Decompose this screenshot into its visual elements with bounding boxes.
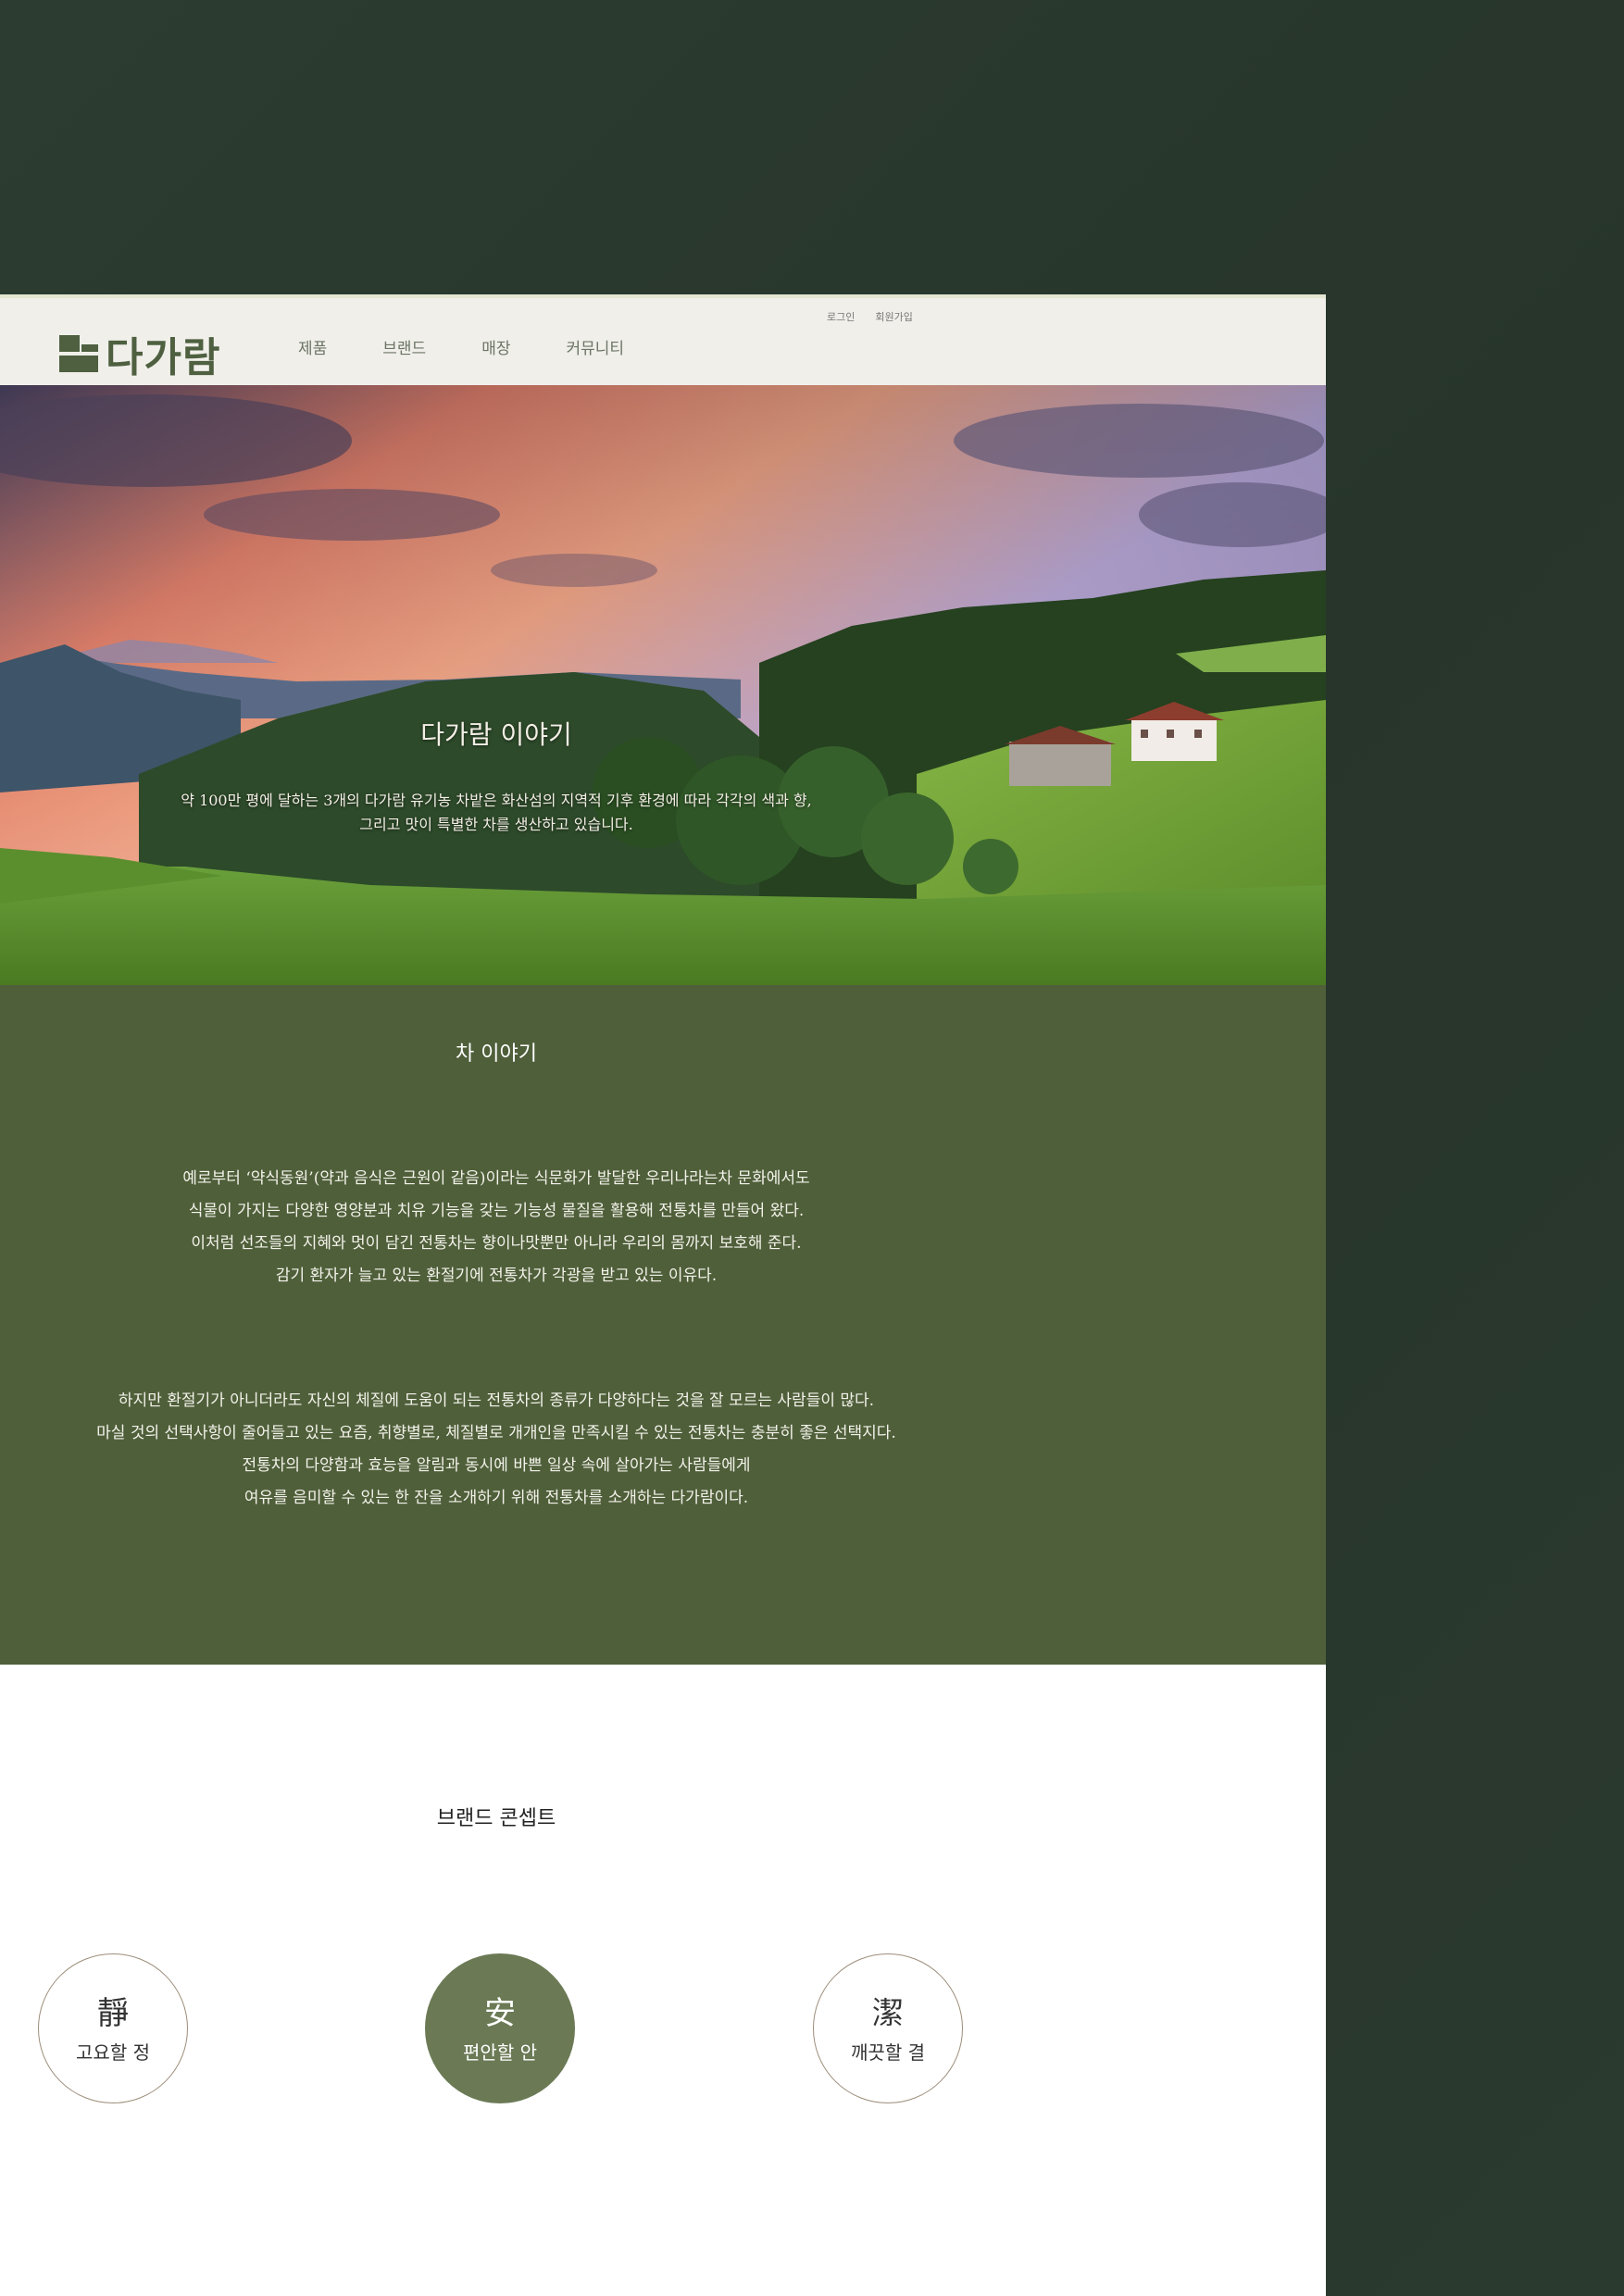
story-line: 식물이 가지는 다양한 영양분과 치유 기능을 갖는 기능성 물질을 활용해 전… [188, 1202, 805, 1220]
logo-text: 다가람 [106, 334, 221, 381]
story-line: 마실 것의 선택사항이 줄어들고 있는 요즘, 취향별로, 체질별로 개개인을 … [96, 1424, 896, 1442]
concept-hanja: 潔 [872, 1994, 904, 2032]
concept-circle-calm[interactable]: 靜 고요할 정 [38, 1953, 188, 2103]
main-nav: 제품 브랜드 매장 커뮤니티 [298, 335, 680, 358]
concept-label: 고요할 정 [76, 2040, 150, 2064]
story-line: 이처럼 선조들의 지혜와 멋이 담긴 전통차는 향이나맛뿐만 아니라 우리의 몸… [191, 1234, 802, 1253]
tea-story-section: 차 이야기 예로부터 ‘약식동원’(약과 음식은 근원이 같음)이라는 식문화가… [0, 985, 1326, 1665]
hero-desc-line: 약 100만 평에 달하는 3개의 다가람 유기농 차밭은 화산섬의 지역적 기… [181, 792, 812, 809]
hero-title: 다가람 이야기 [420, 719, 572, 750]
story-paragraph: 예로부터 ‘약식동원’(약과 음식은 근원이 같음)이라는 식문화가 발달한 우… [0, 1163, 993, 1292]
concept-hanja: 靜 [97, 1994, 129, 2032]
hero-banner: 다가람 이야기 약 100만 평에 달하는 3개의 다가람 유기농 차밭은 화산… [0, 385, 1326, 985]
nav-item-stores[interactable]: 매장 [481, 335, 510, 358]
concept-label: 깨끗할 결 [851, 2040, 925, 2064]
story-line: 하지만 환절기가 아니더라도 자신의 체질에 도움이 되는 전통차의 종류가 다… [118, 1391, 875, 1410]
nav-item-products[interactable]: 제품 [298, 335, 327, 358]
section-title: 브랜드 콘셉트 [436, 1807, 556, 1830]
concept-hanja: 安 [484, 1994, 516, 2032]
hero-description: 약 100만 평에 달하는 3개의 다가람 유기농 차밭은 화산섬의 지역적 기… [0, 789, 993, 837]
concept-circle-clean[interactable]: 潔 깨끗할 결 [813, 1953, 963, 2103]
signup-link[interactable]: 회원가입 [875, 309, 912, 324]
nav-item-brand[interactable]: 브랜드 [382, 335, 426, 358]
landscape-image [0, 385, 1326, 985]
section-title: 차 이야기 [456, 1042, 537, 1066]
concept-label: 편안할 안 [463, 2040, 537, 2064]
nav-item-community[interactable]: 커뮤니티 [566, 335, 624, 358]
story-line: 예로부터 ‘약식동원’(약과 음식은 근원이 같음)이라는 식문화가 발달한 우… [182, 1169, 810, 1188]
story-line: 여유를 음미할 수 있는 한 잔을 소개하기 위해 전통차를 소개하는 다가람이… [244, 1489, 749, 1507]
story-line: 전통차의 다양함과 효능을 알림과 동시에 바쁜 일상 속에 살아가는 사람들에… [242, 1456, 751, 1475]
logo[interactable]: 다가람 [59, 324, 220, 383]
story-paragraph: 하지만 환절기가 아니더라도 자신의 체질에 도움이 되는 전통차의 종류가 다… [0, 1385, 993, 1515]
login-link[interactable]: 로그인 [827, 309, 855, 324]
logo-mark-icon [59, 335, 98, 372]
utility-links: 로그인 회원가입 [827, 309, 913, 324]
story-line: 감기 환자가 늘고 있는 환절기에 전통차가 각광을 받고 있는 이유다. [275, 1267, 718, 1285]
concept-circle-comfort[interactable]: 安 편안할 안 [425, 1953, 575, 2103]
site-header: 다가람 제품 브랜드 매장 커뮤니티 로그인 회원가입 [0, 294, 1326, 385]
website-mockup: 다가람 제품 브랜드 매장 커뮤니티 로그인 회원가입 다가람 이야기 약 10… [0, 294, 1326, 2296]
hero-desc-line: 그리고 맛이 특별한 차를 생산하고 있습니다. [359, 816, 633, 833]
